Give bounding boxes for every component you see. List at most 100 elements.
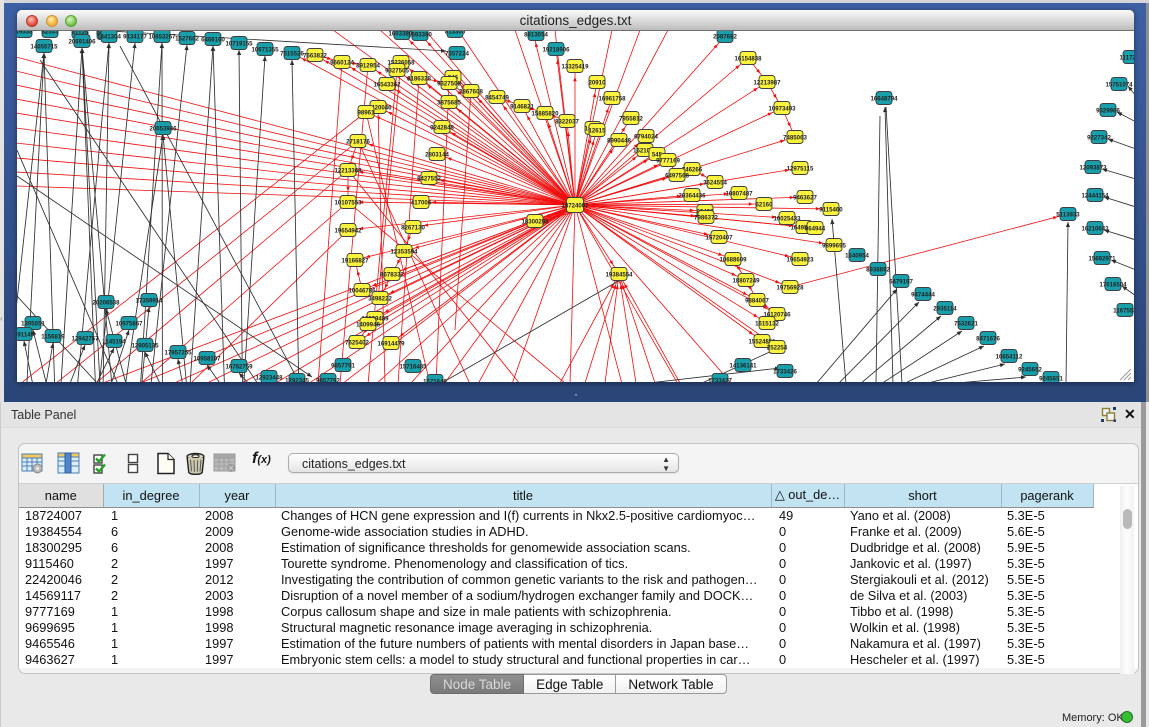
svg-text:1733426: 1733426 (773, 368, 797, 375)
svg-text:19166827: 19166827 (341, 257, 369, 264)
svg-text:2867608: 2867608 (459, 88, 483, 95)
svg-text:8267130: 8267130 (401, 224, 425, 231)
svg-text:19756928: 19756928 (776, 284, 804, 291)
svg-text:7625402: 7625402 (345, 339, 369, 346)
svg-text:8990448: 8990448 (607, 137, 631, 144)
svg-text:62160: 62160 (756, 201, 774, 208)
svg-text:15751074: 15751074 (1105, 81, 1133, 88)
svg-text:12444154: 12444154 (1081, 192, 1109, 199)
svg-text:16543362: 16543362 (373, 81, 401, 88)
svg-text:7515526: 7515526 (280, 50, 304, 57)
svg-text:16914479: 16914479 (377, 340, 405, 347)
svg-text:391149: 391149 (17, 331, 35, 338)
svg-text:7632621: 7632621 (954, 320, 978, 327)
svg-text:9327508: 9327508 (437, 80, 461, 87)
svg-text:1615132: 1615132 (755, 320, 779, 327)
svg-text:20364436: 20364436 (678, 192, 706, 199)
svg-text:9146821: 9146821 (510, 103, 534, 110)
svg-text:9227342: 9227342 (1087, 134, 1111, 141)
svg-text:10107553: 10107553 (334, 199, 362, 206)
svg-text:18300295: 18300295 (521, 218, 549, 225)
svg-text:13325419: 13325419 (561, 63, 589, 70)
svg-text:16210643: 16210643 (1081, 225, 1109, 232)
svg-text:10958107: 10958107 (193, 355, 221, 362)
svg-text:17359914: 17359914 (135, 297, 163, 304)
svg-text:12213369: 12213369 (334, 167, 362, 174)
svg-text:20910: 20910 (589, 79, 607, 86)
svg-text:1841304: 1841304 (97, 33, 121, 40)
svg-text:10973493: 10973493 (768, 105, 796, 112)
svg-text:10653267: 10653267 (148, 33, 176, 40)
svg-text:20206538: 20206538 (92, 299, 120, 306)
svg-text:1409948: 1409948 (356, 321, 380, 328)
svg-text:16782759: 16782759 (225, 363, 253, 370)
svg-text:1167553: 1167553 (1113, 307, 1134, 314)
svg-text:8938892: 8938892 (866, 266, 890, 273)
svg-text:1395051: 1395051 (21, 320, 45, 327)
svg-text:9115460: 9115460 (819, 206, 843, 213)
svg-text:7986372: 7986372 (694, 214, 718, 221)
svg-text:9245652: 9245652 (1018, 366, 1042, 373)
svg-text:19218906: 19218906 (542, 46, 570, 53)
svg-text:1571648: 1571648 (423, 378, 447, 382)
svg-text:2718176: 2718176 (346, 138, 370, 145)
svg-text:7357224: 7357224 (445, 50, 469, 57)
svg-text:9899695: 9899695 (822, 242, 846, 249)
svg-text:15885820: 15885820 (531, 110, 559, 117)
svg-text:8427552: 8427552 (417, 175, 441, 182)
svg-text:2935114: 2935114 (933, 305, 957, 312)
svg-text:9245651: 9245651 (1039, 375, 1063, 382)
svg-text:17016504: 17016504 (1099, 281, 1127, 288)
svg-text:17957255: 17957255 (164, 349, 192, 356)
svg-text:9474444: 9474444 (911, 291, 935, 298)
svg-text:16648794: 16648794 (870, 95, 898, 102)
svg-text:8678332: 8678332 (380, 271, 404, 278)
svg-text:10688609: 10688609 (719, 256, 747, 263)
svg-text:1156819: 1156819 (41, 333, 65, 340)
svg-text:3498222: 3498222 (368, 295, 392, 302)
svg-text:16154838: 16154838 (734, 55, 762, 62)
svg-text:9857791: 9857791 (331, 362, 355, 369)
svg-text:20053946: 20053946 (149, 125, 177, 132)
svg-text:9857792: 9857792 (316, 377, 340, 382)
svg-text:20691406: 20691406 (68, 38, 96, 45)
svg-text:18807249: 18807249 (732, 277, 760, 284)
svg-text:5113933: 5113933 (1056, 211, 1080, 218)
svg-text:8813054: 8813054 (524, 31, 548, 38)
svg-text:1733427: 1733427 (708, 377, 732, 382)
svg-text:1527602: 1527602 (175, 35, 199, 42)
svg-text:9660124: 9660124 (330, 59, 354, 66)
svg-text:1145194: 1145194 (102, 338, 126, 345)
svg-text:3624554: 3624554 (703, 179, 727, 186)
svg-text:8322037: 8322037 (555, 118, 579, 125)
svg-text:14055715: 14055715 (30, 43, 58, 50)
svg-text:19654942: 19654942 (334, 227, 362, 234)
svg-text:12093873: 12093873 (1079, 164, 1107, 171)
svg-text:12353594: 12353594 (390, 248, 418, 255)
svg-text:7663822: 7663822 (303, 52, 327, 59)
svg-text:7485063: 7485063 (783, 134, 807, 141)
svg-text:9242848: 9242848 (430, 124, 454, 131)
svg-text:19654923: 19654923 (786, 256, 814, 263)
svg-text:82533: 82533 (42, 31, 60, 35)
svg-text:1292345: 1292345 (285, 377, 309, 382)
svg-text:9463627: 9463627 (793, 194, 817, 201)
svg-text:16961758: 16961758 (598, 95, 626, 102)
svg-text:813305: 813305 (445, 31, 466, 35)
svg-text:12615: 12615 (589, 127, 607, 134)
svg-text:1117203: 1117203 (1119, 54, 1134, 61)
svg-text:12923448: 12923448 (255, 374, 283, 381)
svg-text:6479197: 6479197 (889, 278, 913, 285)
svg-text:417006: 417006 (411, 199, 432, 206)
svg-text:2087682: 2087682 (713, 33, 737, 40)
svg-text:9884067: 9884067 (745, 297, 769, 304)
svg-text:10807487: 10807487 (725, 190, 753, 197)
svg-text:9329966: 9329966 (1096, 107, 1120, 114)
svg-text:12942757: 12942757 (71, 335, 99, 342)
svg-text:15692971: 15692971 (1088, 255, 1116, 262)
svg-text:252254: 252254 (767, 344, 788, 351)
svg-text:9134177: 9134177 (123, 33, 147, 40)
svg-text:1693380: 1693380 (408, 31, 432, 38)
svg-text:8454749: 8454749 (485, 94, 509, 101)
svg-text:10671355: 10671355 (251, 46, 279, 53)
